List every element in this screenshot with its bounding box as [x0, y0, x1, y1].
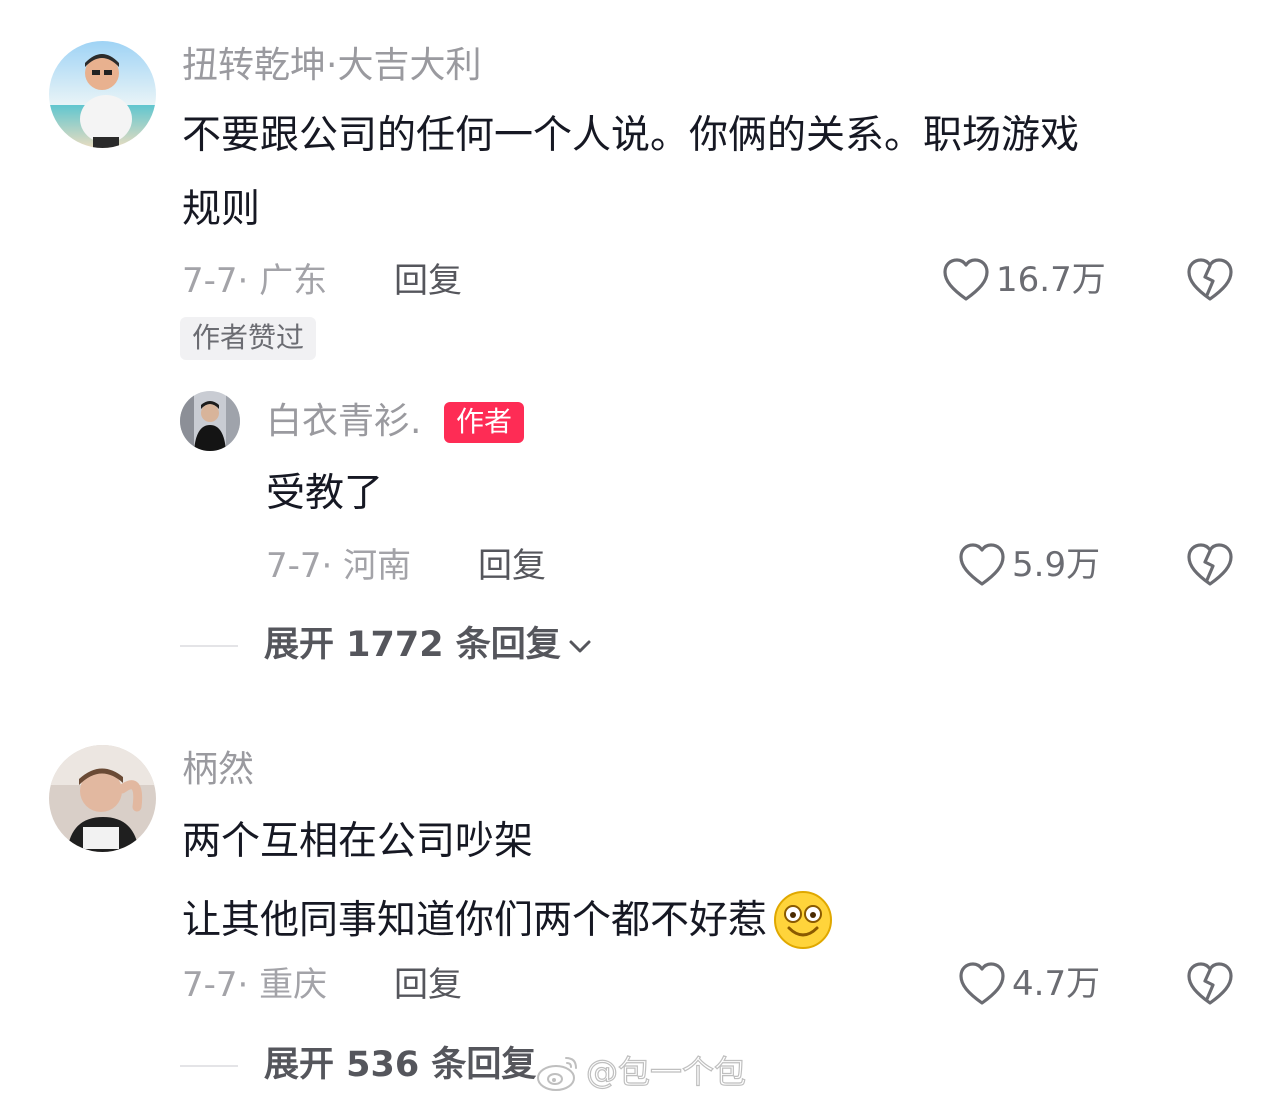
like-count: 4.7万: [1012, 964, 1101, 1004]
weibo-logo-icon: [537, 1057, 577, 1091]
like-count: 16.7万: [996, 260, 1106, 300]
comment-text-row: 让其他同事知道你们两个都不好惹: [182, 890, 833, 950]
reply-button[interactable]: 回复: [394, 968, 462, 1002]
comment-text-line: 不要跟公司的任何一个人说。你俩的关系。职场游戏: [182, 113, 1080, 158]
divider: [180, 644, 238, 647]
reply-username[interactable]: 白衣青衫.: [266, 404, 421, 440]
comment-username[interactable]: 扭转乾坤·大吉大利: [182, 48, 481, 84]
heart-icon: [943, 258, 989, 301]
reply-button[interactable]: 回复: [478, 549, 546, 583]
reply-meta: 7-7· 河南: [266, 546, 412, 586]
watermark-text: @包一个包: [585, 1053, 747, 1091]
dislike-button[interactable]: [1186, 961, 1234, 1011]
reply-button[interactable]: 回复: [394, 264, 462, 298]
comment-text-line: 让其他同事知道你们两个都不好惹: [182, 897, 768, 943]
broken-heart-icon: [1187, 962, 1233, 1005]
like-button[interactable]: 4.7万: [958, 961, 1100, 1007]
comment-username[interactable]: 柄然: [182, 752, 254, 788]
grinning-emoji: [774, 891, 833, 949]
watermark: @包一个包: [536, 1052, 747, 1092]
like-button[interactable]: 16.7万: [942, 257, 1106, 303]
reply-text: 受教了: [266, 471, 384, 516]
comment-meta: 7-7· 重庆: [182, 965, 328, 1005]
heart-icon: [959, 962, 1005, 1005]
like-count: 5.9万: [1012, 545, 1101, 585]
expand-replies-label: 展开 536 条回复: [264, 1045, 537, 1085]
reply-avatar[interactable]: [180, 391, 240, 451]
comment-text-line: 规则: [182, 187, 261, 232]
like-button[interactable]: 5.9万: [958, 542, 1100, 588]
dislike-button[interactable]: [1186, 542, 1234, 592]
author-badge: 作者: [444, 402, 525, 443]
chevron-down-icon: [569, 640, 591, 652]
dislike-button[interactable]: [1186, 257, 1234, 307]
expand-replies-button[interactable]: 展开 536 条回复: [180, 1048, 536, 1083]
comment-avatar[interactable]: [49, 745, 156, 852]
broken-heart-icon: [1187, 258, 1233, 301]
expand-replies-label: 展开 1772 条回复: [264, 625, 561, 665]
broken-heart-icon: [1187, 543, 1233, 586]
comment-text-line: 两个互相在公司吵架: [182, 819, 534, 864]
comment-meta: 7-7· 广东: [182, 261, 328, 301]
comment-avatar[interactable]: [49, 41, 156, 148]
heart-icon: [959, 543, 1005, 586]
expand-replies-button[interactable]: 展开 1772 条回复: [180, 628, 593, 663]
author-liked-tag: 作者赞过: [180, 317, 317, 360]
divider: [180, 1064, 238, 1067]
